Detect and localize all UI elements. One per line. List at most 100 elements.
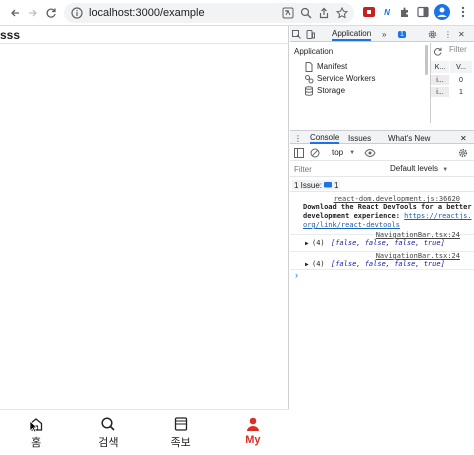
application-sidebar: Application Manifest Service Workers Sto… [290,43,428,123]
log-levels-dropdown[interactable]: Default levels ▼ [390,164,448,175]
gears-icon [305,74,314,83]
devtools-link-cont[interactable]: org/link/react-devtools [303,221,400,229]
key-column-header[interactable]: K... [431,61,449,73]
device-toolbar-icon[interactable] [306,28,316,41]
devtools-menu-icon[interactable]: ⋮ [444,28,452,41]
issues-counter[interactable]: 1 [398,28,406,41]
expand-triangle-icon[interactable]: ▶ [305,240,309,247]
source-link[interactable]: NavigationBar.tsx:24 [376,231,460,239]
message-text: Download the React DevTools for a better… [303,203,472,230]
profile-avatar-icon[interactable] [434,4,450,20]
eye-icon[interactable] [364,148,376,158]
console-prompt[interactable]: › [295,270,298,280]
translate-icon[interactable] [281,6,295,20]
nav-label-home: 홈 [31,437,42,449]
devtools-panel: Application » 1 ⋮ ✕ Application Manifest… [290,26,474,455]
clear-console-icon[interactable] [310,148,320,158]
issues-link[interactable]: 1 Issue: 1 [292,180,341,190]
inspect-element-icon[interactable] [292,28,302,41]
document-icon [305,61,313,72]
console-filter-input[interactable] [292,164,384,175]
app-item-storage[interactable]: Storage [304,85,345,96]
log-levels-label: Default levels [390,164,439,173]
issues-count: 1 [334,180,339,190]
more-tabs-button[interactable]: » [382,28,386,41]
console-settings-gear-icon[interactable] [458,148,468,158]
nav-item-book[interactable]: 족보 [145,410,217,455]
drawer-tabbar: ⋮ Console Issues What's New ✕ [290,130,474,144]
settings-gear-icon[interactable] [428,28,437,41]
page-header-text: sss [0,28,21,42]
message-line: Download the React DevTools for a better [303,203,472,211]
reload-icon [46,8,56,18]
console-message: NavigationBar.tsx:24 ▶ (4) [false, false… [290,250,474,270]
reload-button[interactable] [42,4,60,22]
side-panel-icon[interactable] [416,5,430,19]
message-line: development experience: [303,212,405,220]
source-link[interactable]: NavigationBar.tsx:24 [376,252,460,260]
nav-item-search[interactable]: 검색 [72,410,144,455]
array-value[interactable]: [false, false, false, true] [331,239,445,247]
tab-application[interactable]: Application [332,28,372,41]
chevron-down-icon: ▼ [349,149,356,156]
app-item-manifest[interactable]: Manifest [304,61,347,72]
refresh-icon[interactable] [433,47,442,56]
table-cell[interactable]: i... [431,75,449,85]
tab-whats-new[interactable]: What's New [388,132,430,144]
scrollbar[interactable] [425,45,428,75]
extension-n-icon[interactable]: N [380,5,394,19]
context-selector[interactable]: top ▼ [332,148,355,157]
user-icon [246,417,259,431]
app-item-label: Service Workers [317,74,376,83]
chrome-menu-icon[interactable] [456,5,470,19]
app-item-label: Storage [317,86,346,95]
mouse-cursor-icon [29,420,38,433]
nav-item-my[interactable]: My [217,410,289,455]
context-label: top [332,148,344,157]
forward-button[interactable] [24,4,42,22]
array-count: (4) [312,239,325,247]
sidebar-toggle-icon[interactable] [294,148,304,158]
table-cell[interactable]: 0 [450,75,472,85]
storage-table-panel: Filter K... V... i... 0 i... 1 [430,43,474,123]
book-icon [174,417,187,431]
app-item-label: Manifest [317,62,348,71]
devtools-tabbar: Application » 1 ⋮ ✕ [290,26,474,42]
value-column-header[interactable]: V... [450,61,472,73]
page-viewport: sss 홈 검색 족보 My [0,26,289,455]
nav-label-my: My [245,434,261,446]
console-filter-row: Default levels ▼ [290,162,474,177]
table-cell[interactable]: 1 [450,87,472,97]
chevron-down-icon: ▼ [442,167,449,173]
bottom-navigation: 홈 검색 족보 My [0,409,289,455]
tab-console[interactable]: Console [310,132,340,144]
address-bar[interactable]: localhost:3000/example [64,3,354,23]
url-text: localhost:3000/example [89,7,205,19]
tab-issues[interactable]: Issues [348,132,371,144]
bookmark-star-icon[interactable] [335,6,349,20]
array-value[interactable]: [false, false, false, true] [331,260,445,268]
console-toolbar: top ▼ [290,145,474,161]
devtools-link[interactable]: https://reactjs. [404,212,471,220]
drawer-menu-icon[interactable]: ⋮ [294,132,302,144]
close-drawer-icon[interactable]: ✕ [460,132,467,144]
message-icon [324,181,333,187]
zoom-icon[interactable] [299,6,313,20]
table-cell[interactable]: i... [431,87,449,97]
site-info-icon[interactable] [70,6,84,20]
close-devtools-icon[interactable]: ✕ [458,28,465,41]
application-heading: Application [294,47,334,56]
extensions-puzzle-icon[interactable] [398,5,412,19]
page-header: sss [0,26,289,44]
mini-filter-input[interactable]: Filter [449,45,474,57]
issues-counter-badge: 1 [398,31,406,38]
expand-triangle-icon[interactable]: ▶ [305,261,309,268]
app-item-service-workers[interactable]: Service Workers [304,73,376,84]
share-icon[interactable] [317,6,331,20]
nav-label-search: 검색 [98,437,119,449]
extension-red-icon[interactable] [362,5,376,19]
arrow-right-icon [29,9,37,17]
back-button[interactable] [6,4,24,22]
source-link[interactable]: react-dom.development.js:36620 [334,195,460,203]
database-icon [305,85,313,96]
